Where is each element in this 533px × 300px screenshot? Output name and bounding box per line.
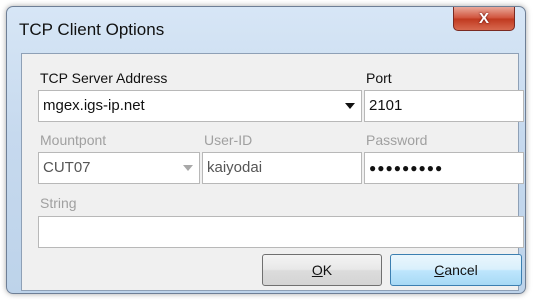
dialog-window: TCP Client Options X TCP Server Address …	[6, 6, 526, 294]
user-id-value: kaiyodai	[207, 159, 263, 176]
port-value: 2101	[369, 97, 403, 114]
server-address-label: TCP Server Address	[40, 70, 168, 86]
cancel-label-rest: ancel	[444, 262, 478, 278]
port-label: Port	[366, 70, 392, 86]
password-label: Password	[366, 132, 428, 148]
password-input[interactable]: ●●●●●●●●●	[364, 152, 524, 184]
chevron-down-icon[interactable]	[183, 165, 193, 171]
string-input[interactable]	[38, 216, 524, 248]
cancel-button[interactable]: Cancel	[390, 254, 522, 286]
password-value: ●●●●●●●●●	[369, 161, 444, 175]
dialog-body: TCP Server Address mgex.igs-ip.net Port …	[21, 53, 524, 291]
close-button[interactable]: X	[453, 7, 515, 31]
ok-button[interactable]: OK	[262, 254, 382, 286]
string-label: String	[40, 195, 77, 211]
mountpoint-combobox[interactable]: CUT07	[38, 152, 200, 184]
user-id-input[interactable]: kaiyodai	[202, 152, 362, 184]
cancel-accelerator: C	[434, 262, 445, 278]
close-icon: X	[478, 10, 489, 27]
ok-accelerator: O	[311, 262, 323, 278]
chevron-down-icon[interactable]	[345, 103, 355, 109]
ok-label-rest: K	[322, 262, 333, 278]
server-address-value: mgex.igs-ip.net	[43, 97, 145, 114]
user-id-label: User-ID	[204, 132, 253, 148]
dialog-title: TCP Client Options	[19, 20, 165, 39]
server-address-combobox[interactable]: mgex.igs-ip.net	[38, 90, 362, 122]
mountpoint-value: CUT07	[43, 159, 91, 176]
mountpoint-label: Mountpont	[40, 132, 107, 148]
port-input[interactable]: 2101	[364, 90, 524, 122]
